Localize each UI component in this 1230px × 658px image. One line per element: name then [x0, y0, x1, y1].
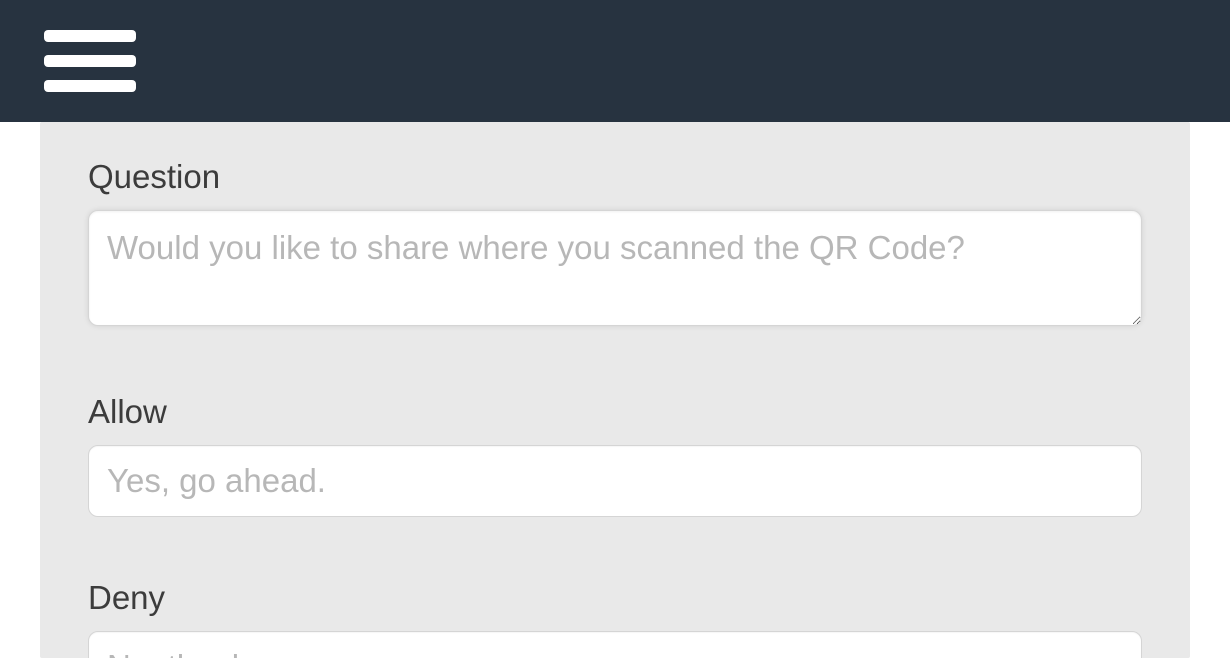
- allow-label: Allow: [88, 393, 1142, 431]
- allow-input[interactable]: [88, 445, 1142, 517]
- form-card: Question Allow Deny: [40, 122, 1190, 658]
- top-nav-bar: [0, 0, 1230, 122]
- hamburger-icon[interactable]: [44, 30, 136, 92]
- allow-field-group: Allow: [88, 393, 1142, 517]
- question-input[interactable]: [88, 210, 1142, 326]
- scrollbar-track: [1190, 122, 1230, 658]
- deny-label: Deny: [88, 579, 1142, 617]
- question-label: Question: [88, 158, 1142, 196]
- hamburger-bar: [44, 55, 136, 67]
- scrollbar-thumb[interactable]: [1210, 122, 1226, 658]
- hamburger-bar: [44, 80, 136, 92]
- deny-field-group: Deny: [88, 579, 1142, 658]
- question-field-group: Question: [88, 158, 1142, 331]
- page-body: Question Allow Deny: [0, 122, 1230, 658]
- deny-input[interactable]: [88, 631, 1142, 658]
- hamburger-bar: [44, 30, 136, 42]
